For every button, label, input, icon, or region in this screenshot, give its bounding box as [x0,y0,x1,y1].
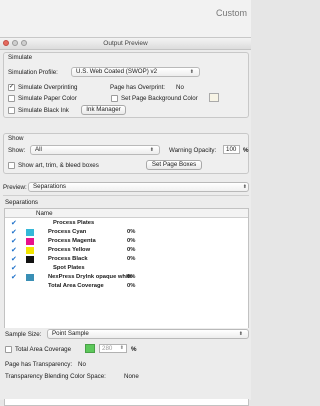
row-percent: 0% [127,256,136,262]
simulate-heading: Simulate [8,54,33,61]
checkmark-icon[interactable]: ✔ [11,274,17,281]
page-transparency-label: Page has Transparency: [5,361,73,368]
simulate-overprinting-checkbox[interactable]: ✓ [8,84,15,91]
checkmark-icon[interactable]: ✔ [11,229,17,236]
preview-value: Separations [33,183,67,190]
simulate-paper-color-label: Simulate Paper Color [18,95,77,102]
row-percent: 0% [127,238,136,244]
divider [3,195,249,196]
bottom-panel: Sample Size: Point Sample ⬍ Total Area C… [0,328,251,399]
row-percent: 0% [127,247,136,253]
simulate-black-ink-label: Simulate Black Ink [18,107,69,114]
show-group: Show Show: All ⬍ Warning Opacity: 100 % … [3,133,249,174]
row-name: Process Black [48,256,88,262]
blend-space-label: Transparency Blending Color Space: [5,373,106,380]
title-bar: Output Preview [0,38,251,50]
set-page-boxes-button[interactable]: Set Page Boxes [146,160,202,170]
separation-row-process-cyan[interactable]: ✔ Process Cyan 0% [5,228,248,237]
row-name: Process Yellow [48,247,91,253]
checkmark-icon[interactable]: ✔ [11,247,17,254]
separations-heading: Separations [5,199,39,206]
separation-row-process-plates[interactable]: ✔ Process Plates [5,219,248,228]
spot-white-swatch [26,274,34,281]
checkmark-icon[interactable]: ✔ [11,238,17,245]
page-overprint-value: No [176,84,184,91]
separation-row-process-magenta[interactable]: ✔ Process Magenta 0% [5,237,248,246]
row-percent: 0% [127,274,136,280]
simulate-black-ink-checkbox[interactable] [8,107,15,114]
separation-row-spot-plates[interactable]: ✔ Spot Plates [5,264,248,273]
simulate-group: Simulate Simulation Profile: U.S. Web Co… [3,52,249,118]
stepper-icon[interactable]: ⬍ [120,345,124,352]
show-label: Show: [8,147,26,154]
show-heading: Show [8,135,24,142]
show-boxes-label: Show art, trim, & bleed boxes [18,162,99,169]
set-page-background-checkbox[interactable] [111,95,118,102]
column-name-header: Name [36,210,53,217]
custom-label: Custom [215,8,247,18]
simulation-profile-label: Simulation Profile: [8,69,58,76]
dropdown-arrow-icon: ⬍ [242,184,247,190]
show-boxes-checkbox[interactable] [8,162,15,169]
preview-label: Preview: [3,184,27,191]
total-coverage-value: 280 [102,345,113,352]
row-name: Process Magenta [48,238,96,244]
separation-row-process-black[interactable]: ✔ Process Black 0% [5,255,248,264]
checkmark-icon[interactable]: ✔ [11,220,17,227]
dropdown-arrow-icon: ⬍ [189,69,194,75]
ink-manager-button[interactable]: Ink Manager [81,105,126,115]
dropdown-arrow-icon: ⬍ [149,147,154,153]
separation-row-nexpress-white[interactable]: ✔ NexPress Drylnk opaque white 0% [5,273,248,282]
separation-row-total-coverage[interactable]: Total Area Coverage 0% [5,282,248,291]
show-select[interactable]: All ⬍ [30,145,160,155]
separations-header-row: Name [5,209,248,218]
coverage-color-swatch[interactable] [85,344,95,353]
total-area-coverage-checkbox[interactable] [5,346,12,353]
show-value: All [35,146,42,153]
warning-opacity-input[interactable]: 100 [223,145,240,154]
simulate-overprinting-label: Simulate Overprinting [18,84,78,91]
simulation-profile-select[interactable]: U.S. Web Coated (SWOP) v2 ⬍ [71,67,200,77]
warning-opacity-unit: % [243,147,249,154]
total-coverage-unit: % [131,346,137,353]
top-toolbar-strip: Custom [0,0,251,37]
separation-row-process-yellow[interactable]: ✔ Process Yellow 0% [5,246,248,255]
simulation-profile-value: U.S. Web Coated (SWOP) v2 [76,68,158,75]
row-name: Process Plates [53,220,95,226]
row-name: Total Area Coverage [48,283,104,289]
checkmark-icon[interactable]: ✔ [11,265,17,272]
total-coverage-input[interactable]: 280 ⬍ [99,344,127,353]
blend-space-value: None [124,373,139,380]
page-overprint-label: Page has Overprint: [110,84,166,91]
dropdown-arrow-icon: ⬍ [238,331,243,337]
warning-opacity-label: Warning Opacity: [169,147,217,154]
black-swatch [26,256,34,263]
sample-size-select[interactable]: Point Sample ⬍ [47,329,249,339]
row-percent: 0% [127,283,136,289]
checkmark-icon[interactable]: ✔ [11,256,17,263]
row-name: Spot Plates [53,265,85,271]
row-percent: 0% [127,229,136,235]
cyan-swatch [26,229,34,236]
row-name: NexPress Drylnk opaque white [48,274,133,280]
preview-select[interactable]: Separations ⬍ [28,182,249,192]
row-name: Process Cyan [48,229,87,235]
simulate-paper-color-checkbox[interactable] [8,95,15,102]
page-transparency-value: No [78,361,86,368]
background-color-swatch[interactable] [209,93,219,102]
window-title: Output Preview [103,40,148,47]
total-area-coverage-label: Total Area Coverage [15,346,72,353]
sample-size-value: Point Sample [52,330,89,337]
magenta-swatch [26,238,34,245]
sample-size-label: Sample Size: [5,331,42,338]
yellow-swatch [26,247,34,254]
set-page-background-label: Set Page Background Color [121,95,198,102]
